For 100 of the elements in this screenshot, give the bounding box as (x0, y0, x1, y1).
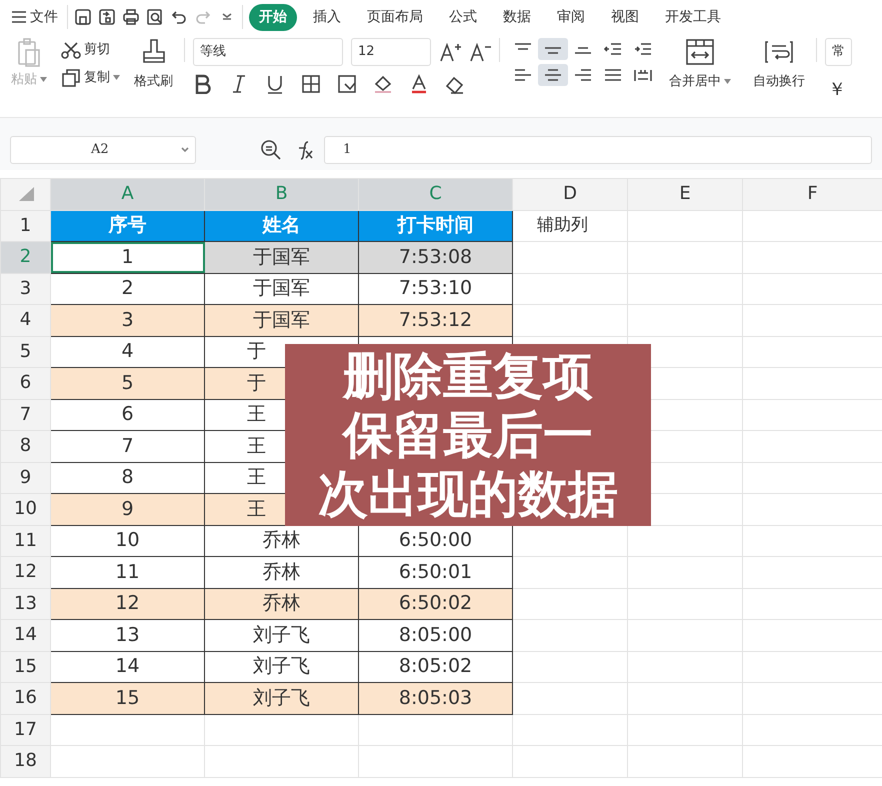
toolbar-button[interactable] (146, 8, 164, 26)
table-cell: 11 (50, 556, 204, 588)
align-left-icon (514, 69, 532, 81)
font-color-icon[interactable] (409, 74, 429, 94)
print-icon (122, 8, 140, 26)
table-cell: 乔林 (204, 556, 358, 588)
row-header[interactable]: 11 (0, 525, 50, 556)
row-header[interactable]: 17 (0, 714, 50, 746)
align-center-icon (544, 69, 562, 81)
borders-icon[interactable] (301, 74, 321, 94)
eraser-icon[interactable] (445, 74, 465, 94)
caret-icon (724, 79, 731, 84)
merge-cells-icon[interactable] (685, 38, 715, 66)
currency-button[interactable]: ￥ (825, 74, 852, 105)
row-header[interactable]: 1 (0, 210, 50, 242)
ribbon-tab[interactable]: 公式 (439, 4, 487, 30)
table-cell: 刘子飞 (204, 682, 358, 714)
ribbon-tab[interactable]: 视图 (601, 4, 649, 30)
ribbon-tab[interactable]: 插入 (303, 4, 351, 30)
table-cell: 3 (50, 304, 204, 336)
wrap-text-button[interactable]: 自动换行 (750, 70, 808, 94)
table-cell: 13 (50, 620, 204, 651)
align-justify-icon (604, 69, 622, 81)
zoom-formula-icon[interactable] (260, 139, 282, 161)
fill-color-icon[interactable] (373, 74, 393, 94)
row-header[interactable]: 10 (0, 494, 50, 525)
ribbon-tab[interactable]: 数据 (493, 4, 541, 30)
bold-icon[interactable] (193, 74, 213, 94)
caret-icon (40, 77, 47, 82)
row-header[interactable]: 3 (0, 273, 50, 304)
row-header[interactable]: 14 (0, 620, 50, 651)
row-header[interactable]: 5 (0, 336, 50, 368)
table-cell: 10 (50, 525, 204, 556)
table-cell: 刘子飞 (204, 620, 358, 651)
column-header[interactable]: D (512, 178, 628, 210)
align-indent-icon (634, 43, 652, 55)
export-icon (98, 8, 116, 26)
table-cell: 于国军 (204, 242, 358, 273)
header-cell: 序号 (50, 210, 204, 242)
table-cell: 15 (50, 682, 204, 714)
align-button[interactable] (538, 38, 568, 60)
table-cell: 8:05:03 (358, 682, 512, 714)
format-painter-button[interactable]: 格式刷 (131, 70, 176, 94)
row-header[interactable]: 8 (0, 430, 50, 462)
ribbon-tab[interactable]: 开发工具 (655, 4, 731, 30)
table-cell: 8:05:00 (358, 620, 512, 651)
row-header[interactable]: 7 (0, 399, 50, 430)
table-cell: 12 (50, 588, 204, 620)
copy-button[interactable]: 复制 (58, 66, 123, 90)
wrap-text-icon[interactable] (764, 38, 794, 66)
grow-font-icon[interactable] (439, 42, 461, 62)
table-cell: 6:50:01 (358, 556, 512, 588)
menu-icon (11, 10, 27, 24)
table-cell: 乔林 (204, 588, 358, 620)
ribbon-tab[interactable]: 审阅 (547, 4, 595, 30)
ribbon-tab[interactable]: 页面布局 (357, 4, 433, 30)
font-name-field[interactable]: 等线 (193, 38, 343, 66)
toolbar-button[interactable] (98, 8, 116, 26)
column-header[interactable]: F (742, 178, 882, 210)
cut-button[interactable]: 剪切 (58, 38, 123, 62)
formula-input[interactable]: 1 (324, 136, 872, 164)
caret-icon (113, 75, 120, 80)
overlay-caption: 删除重复项 保留最后一 次出现的数据 (285, 344, 651, 526)
toolbar-button[interactable] (74, 8, 92, 26)
number-format-field[interactable]: 常 (825, 38, 852, 66)
shrink-font-icon[interactable] (469, 42, 491, 62)
file-menu-button[interactable]: 文件 (8, 4, 61, 30)
align-right-icon (574, 69, 592, 81)
scissors-icon (61, 40, 81, 59)
row-header[interactable]: 4 (0, 304, 50, 336)
font-size-field[interactable]: 12 (351, 38, 431, 66)
header-cell: 姓名 (204, 210, 358, 242)
toolbar-button[interactable] (122, 8, 140, 26)
row-header[interactable]: 9 (0, 462, 50, 494)
table-cell: 7:53:12 (358, 304, 512, 336)
row-header[interactable]: 6 (0, 368, 50, 399)
align-button[interactable] (538, 64, 568, 86)
underline-icon[interactable] (265, 74, 285, 94)
table-cell: 6:50:02 (358, 588, 512, 620)
table-cell: 1 (50, 242, 204, 273)
copy-icon (61, 68, 81, 88)
row-header[interactable]: 16 (0, 682, 50, 714)
table-cell: 于国军 (204, 304, 358, 336)
row-header[interactable]: 13 (0, 588, 50, 620)
table-cell: 9 (50, 494, 204, 525)
table-cell: 辅助列 (512, 210, 628, 242)
name-box[interactable]: A2 (10, 136, 196, 164)
row-header[interactable]: 18 (0, 746, 50, 777)
table-cell: 6 (50, 399, 204, 430)
table-cell: 7:53:08 (358, 242, 512, 273)
column-header[interactable]: E (628, 178, 742, 210)
save-icon (74, 8, 92, 26)
table-cell: 7 (50, 430, 204, 462)
table-cell: 5 (50, 368, 204, 399)
align-outdent-icon (604, 43, 622, 55)
merge-center-button[interactable]: 合并居中 (666, 70, 734, 94)
row-header[interactable]: 12 (0, 556, 50, 588)
header-cell: 打卡时间 (358, 210, 512, 242)
ribbon-tab[interactable]: 开始 (249, 4, 297, 30)
row-header[interactable]: 15 (0, 651, 50, 682)
